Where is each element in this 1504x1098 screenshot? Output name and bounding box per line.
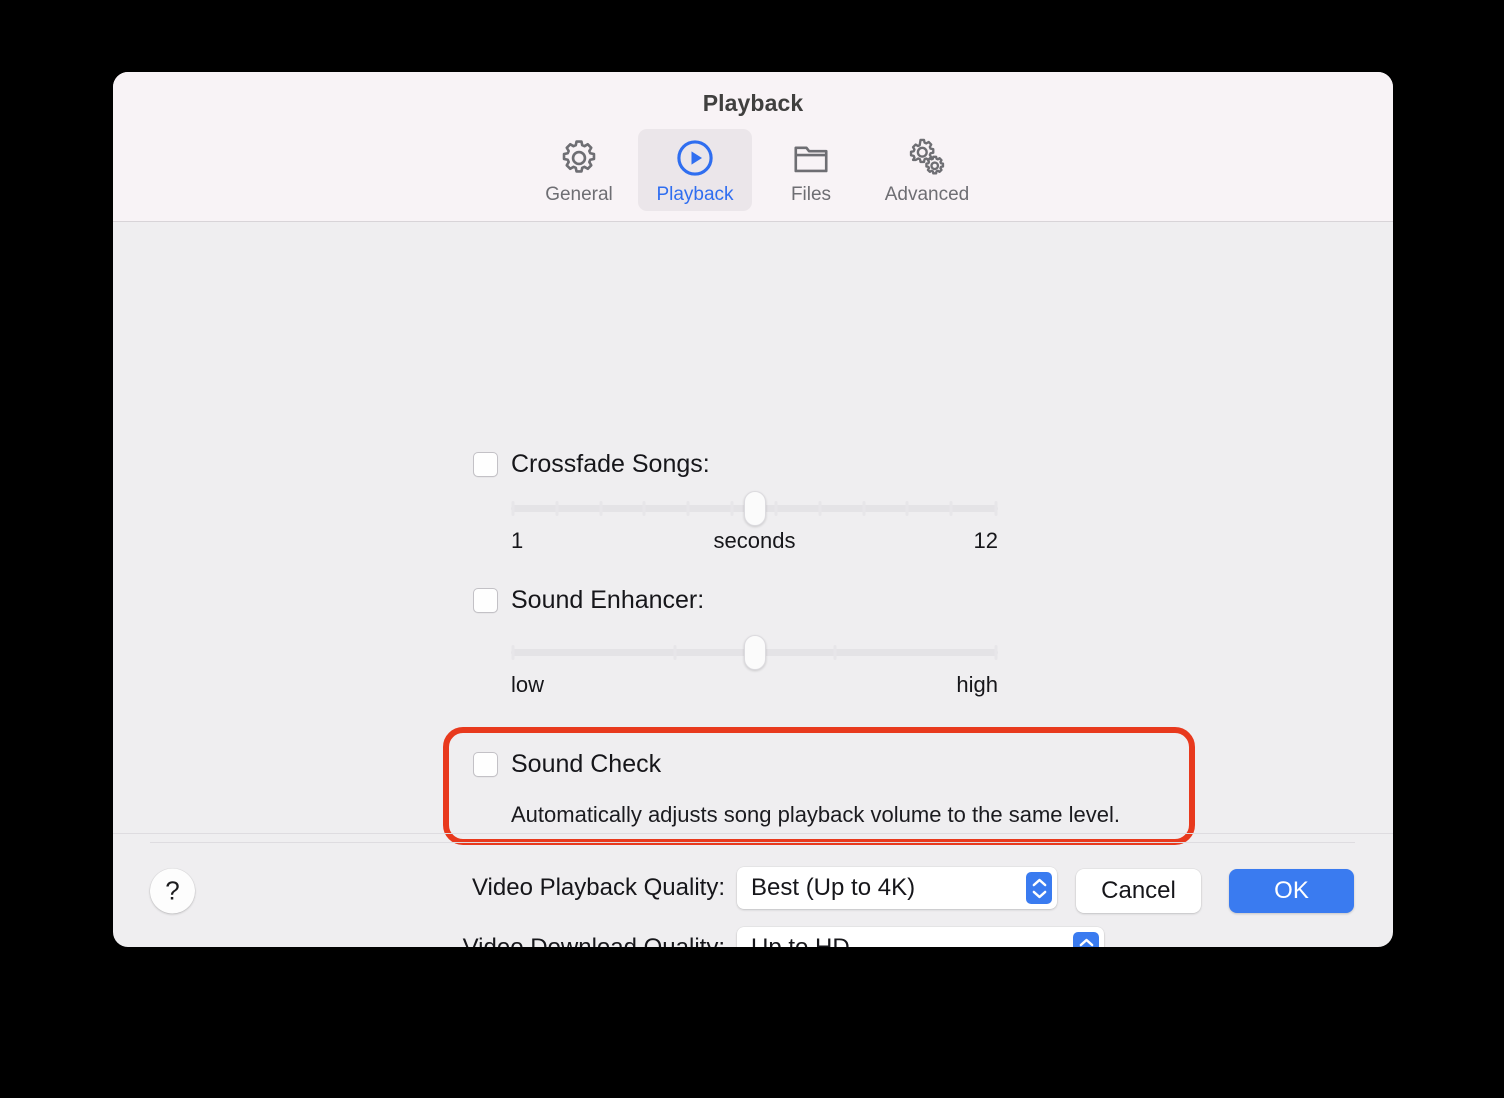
sound-check-row[interactable]: Sound Check bbox=[473, 752, 661, 777]
slider-tick bbox=[730, 501, 734, 516]
slider-tick bbox=[949, 501, 953, 516]
crossfade-slider-legend: 1 seconds 12 bbox=[511, 528, 998, 554]
crossfade-slider-track[interactable] bbox=[511, 491, 998, 526]
slider-tick bbox=[905, 501, 909, 516]
tab-playback-label: Playback bbox=[656, 184, 734, 205]
tab-files-label: Files bbox=[790, 184, 832, 205]
sound-enhancer-checkbox[interactable] bbox=[473, 588, 498, 613]
sound-enhancer-slider-legend: low high bbox=[511, 672, 998, 698]
sound-enhancer-row[interactable]: Sound Enhancer: bbox=[473, 588, 704, 613]
sound-check-description: Automatically adjusts song playback volu… bbox=[511, 802, 1120, 827]
slider-tick bbox=[833, 645, 837, 660]
preferences-body: Crossfade Songs: 1 seconds 12 Sound Enha… bbox=[113, 222, 1393, 947]
crossfade-slider-min-label: 1 bbox=[511, 528, 524, 553]
slider-tick bbox=[642, 501, 646, 516]
double-gear-icon bbox=[906, 137, 948, 179]
slider-tick bbox=[994, 501, 998, 516]
slider-tick bbox=[818, 501, 822, 516]
cancel-button[interactable]: Cancel bbox=[1076, 868, 1201, 913]
sound-check-highlight-annotation bbox=[443, 727, 1195, 845]
crossfade-slider-thumb[interactable] bbox=[744, 491, 767, 526]
page-title: Playback bbox=[702, 90, 804, 116]
sound-check-label: Sound Check bbox=[511, 750, 662, 778]
tab-advanced-label: Advanced bbox=[884, 184, 970, 205]
playback-preferences-dialog: Playback General Playback Files Advanced… bbox=[113, 72, 1393, 947]
sound-enhancer-label: Sound Enhancer: bbox=[511, 586, 705, 614]
ok-button[interactable]: OK bbox=[1229, 868, 1354, 913]
slider-tick bbox=[673, 645, 677, 660]
dialog-titlebar: Playback General Playback Files Advanced bbox=[113, 72, 1393, 222]
crossfade-songs-row[interactable]: Crossfade Songs: bbox=[473, 452, 710, 477]
crossfade-songs-label: Crossfade Songs: bbox=[511, 450, 710, 478]
crossfade-slider-unit-label: seconds bbox=[713, 528, 796, 553]
slider-tick bbox=[511, 645, 515, 660]
slider-tick bbox=[555, 501, 559, 516]
sound-enhancer-slider-thumb[interactable] bbox=[744, 635, 767, 670]
slider-tick bbox=[599, 501, 603, 516]
tab-files[interactable]: Files bbox=[754, 129, 868, 211]
crossfade-slider-max-label: 12 bbox=[973, 528, 998, 553]
sound-enhancer-slider-track[interactable] bbox=[511, 635, 998, 670]
preferences-toolbar: General Playback Files Advanced bbox=[113, 117, 1393, 221]
slider-tick bbox=[686, 501, 690, 516]
tab-general[interactable]: General bbox=[522, 129, 636, 211]
gear-icon bbox=[558, 137, 600, 179]
slider-tick bbox=[994, 645, 998, 660]
sound-enhancer-max-label: high bbox=[956, 672, 998, 697]
sound-check-checkbox[interactable] bbox=[473, 752, 498, 777]
tab-advanced[interactable]: Advanced bbox=[870, 129, 984, 211]
crossfade-songs-checkbox[interactable] bbox=[473, 452, 498, 477]
tab-general-label: General bbox=[545, 184, 613, 205]
crossfade-slider[interactable]: 1 seconds 12 bbox=[511, 491, 998, 554]
help-button[interactable]: ? bbox=[150, 868, 195, 913]
slider-tick bbox=[862, 501, 866, 516]
dialog-footer: ? Cancel OK bbox=[113, 833, 1393, 947]
slider-tick bbox=[774, 501, 778, 516]
sound-enhancer-min-label: low bbox=[511, 672, 545, 697]
tab-playback[interactable]: Playback bbox=[638, 129, 752, 211]
play-circle-icon bbox=[674, 137, 716, 179]
folder-icon bbox=[790, 137, 832, 179]
slider-tick bbox=[511, 501, 515, 516]
sound-enhancer-slider[interactable]: low high bbox=[511, 635, 998, 698]
